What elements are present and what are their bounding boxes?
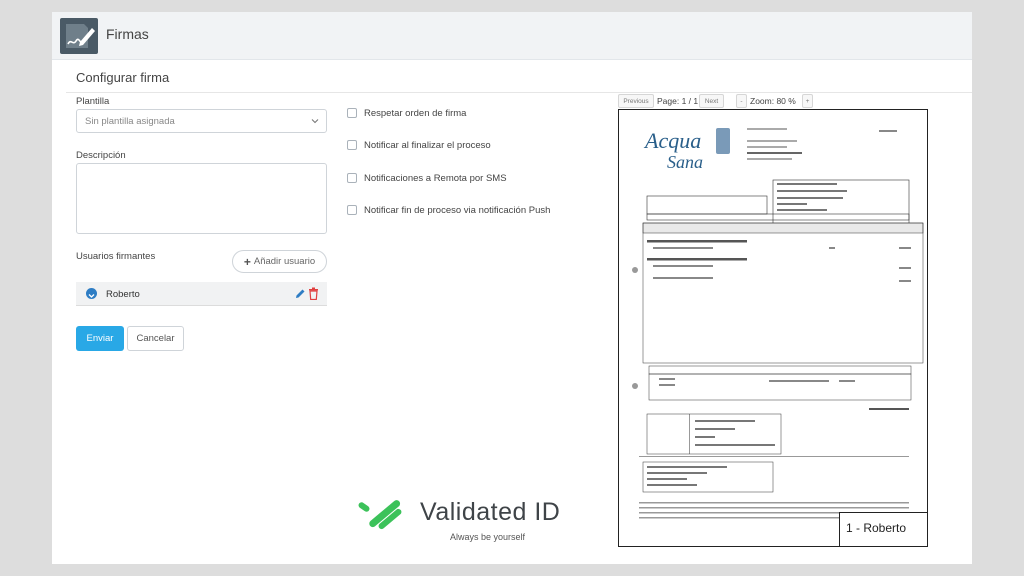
signature-edit-icon <box>60 18 98 54</box>
option-checkbox-respect-order[interactable] <box>347 108 357 118</box>
top-bar: Firmas <box>52 12 972 60</box>
template-label: Plantilla <box>76 96 110 107</box>
svg-text:Sana: Sana <box>667 152 703 172</box>
signature-stamp-label: 1 - Roberto <box>846 521 907 535</box>
pencil-icon[interactable] <box>294 288 306 300</box>
zoom-in-button[interactable]: + <box>802 94 813 108</box>
template-select-value: Sin plantilla asignada <box>85 116 175 127</box>
app-title: Firmas <box>106 26 149 42</box>
validated-id-logo: Validated ID Always be yourself <box>352 494 572 554</box>
send-button[interactable]: Enviar <box>76 326 124 351</box>
brand-tagline: Always be yourself <box>450 532 526 542</box>
app-frame: Firmas Configurar firma Plantilla Sin pl… <box>52 12 972 564</box>
brand-name: Validated ID <box>420 498 561 526</box>
page-indicator: Page: 1 / 1 <box>657 96 699 106</box>
option-label-notify-finish: Notificar al finalizar el proceso <box>364 140 491 151</box>
add-user-label: Añadir usuario <box>253 256 316 267</box>
option-checkbox-sms[interactable] <box>347 173 357 183</box>
option-checkbox-notify-finish[interactable] <box>347 140 357 150</box>
option-checkbox-push[interactable] <box>347 205 357 215</box>
expand-chevron-icon[interactable] <box>86 288 97 299</box>
cancel-button[interactable]: Cancelar <box>127 326 184 351</box>
option-label-sms: Notificaciones a Remota por SMS <box>364 173 507 184</box>
trash-icon[interactable] <box>308 287 319 300</box>
svg-text:Acqua: Acqua <box>643 128 701 153</box>
description-textarea[interactable] <box>76 163 327 234</box>
next-page-button[interactable]: Next <box>699 94 724 108</box>
zoom-indicator: Zoom: 80 % <box>750 96 796 106</box>
description-label: Descripción <box>76 150 126 161</box>
zoom-out-button[interactable]: - <box>736 94 747 108</box>
invoice-document-image: Acqua Sana <box>632 128 924 519</box>
signature-placeholder[interactable]: 1 - Roberto <box>839 512 927 546</box>
chevron-down-icon <box>311 119 319 124</box>
signers-label: Usuarios firmantes <box>76 251 156 262</box>
add-user-button[interactable]: + Añadir usuario <box>232 250 327 273</box>
previous-page-button[interactable]: Previous <box>618 94 654 108</box>
signer-name: Roberto <box>106 289 140 300</box>
option-label-respect-order: Respetar orden de firma <box>364 108 467 119</box>
plus-icon: + <box>243 254 251 269</box>
pdf-document-page[interactable]: Acqua Sana 1 - Roberto <box>618 109 928 547</box>
option-label-push: Notificar fin de proceso via notificació… <box>364 205 551 216</box>
section-divider <box>66 92 972 93</box>
template-select[interactable]: Sin plantilla asignada <box>76 109 327 133</box>
section-title: Configurar firma <box>76 70 170 85</box>
signer-row[interactable]: Roberto <box>76 282 327 306</box>
validated-id-mark-icon <box>358 500 402 530</box>
